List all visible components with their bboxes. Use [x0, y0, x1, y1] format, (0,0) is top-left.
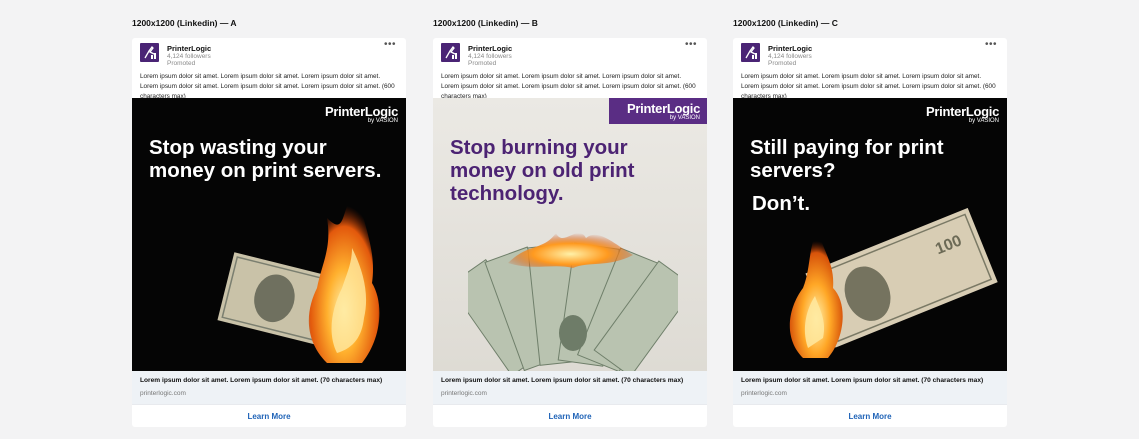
- ad-headline: Still paying for print servers?: [750, 136, 944, 182]
- promoted-label: Promoted: [468, 60, 497, 67]
- ad-headline: Stop burning your money on old print tec…: [450, 136, 635, 205]
- cta-bar: Learn More: [132, 404, 406, 427]
- brand-logo: PrinterLogic by VASION: [325, 105, 398, 125]
- promoted-label: Promoted: [768, 60, 797, 67]
- ad-image[interactable]: PrinterLogic by VASION Stop wasting your…: [132, 98, 406, 371]
- ad-image[interactable]: PrinterLogic by VASION Still paying for …: [733, 98, 1007, 371]
- cta-bar: Learn More: [433, 404, 707, 427]
- brand-sub: by VASION: [968, 118, 999, 124]
- cta-bar: Learn More: [733, 404, 1007, 427]
- post-header: PrinterLogic 4,124 followers Promoted ••…: [733, 38, 1007, 68]
- variant-title: 1200x1200 (Linkedin) — C: [733, 18, 838, 28]
- linkedin-post-card: PrinterLogic 4,124 followers Promoted ••…: [433, 38, 707, 427]
- learn-more-button[interactable]: Learn More: [548, 412, 591, 421]
- footer-headline: Lorem ipsum dolor sit amet. Lorem ipsum …: [741, 377, 984, 384]
- brand-name: PrinterLogic: [627, 101, 700, 116]
- post-text: Lorem ipsum dolor sit amet. Lorem ipsum …: [741, 73, 996, 100]
- brand-logo: PrinterLogic by VASION: [926, 105, 999, 125]
- variant-title: 1200x1200 (Linkedin) — A: [132, 18, 237, 28]
- burning-bill-illustration: 100: [789, 208, 998, 358]
- footer-headline: Lorem ipsum dolor sit amet. Lorem ipsum …: [140, 377, 383, 384]
- footer-url[interactable]: printerlogic.com: [140, 390, 186, 397]
- footer-headline: Lorem ipsum dolor sit amet. Lorem ipsum …: [441, 377, 684, 384]
- post-header: PrinterLogic 4,124 followers Promoted ••…: [433, 38, 707, 68]
- post-footer[interactable]: Lorem ipsum dolor sit amet. Lorem ipsum …: [433, 371, 707, 404]
- printerlogic-logo-icon[interactable]: [441, 43, 460, 62]
- post-footer[interactable]: Lorem ipsum dolor sit amet. Lorem ipsum …: [733, 371, 1007, 404]
- burning-cash-fan-illustration: [468, 233, 678, 371]
- printerlogic-logo-icon[interactable]: [741, 43, 760, 62]
- burning-bill-illustration: 100: [217, 188, 380, 363]
- variant-title: 1200x1200 (Linkedin) — B: [433, 18, 538, 28]
- ad-image[interactable]: PrinterLogic by VASION Stop burning your…: [433, 98, 707, 371]
- promoted-label: Promoted: [167, 60, 196, 67]
- learn-more-button[interactable]: Learn More: [247, 412, 290, 421]
- more-options-icon[interactable]: •••: [985, 40, 997, 50]
- post-footer[interactable]: Lorem ipsum dolor sit amet. Lorem ipsum …: [132, 371, 406, 404]
- linkedin-post-card: PrinterLogic 4,124 followers Promoted ••…: [132, 38, 406, 427]
- post-text: Lorem ipsum dolor sit amet. Lorem ipsum …: [441, 73, 696, 100]
- footer-url[interactable]: printerlogic.com: [441, 390, 487, 397]
- more-options-icon[interactable]: •••: [384, 40, 396, 50]
- follower-count: 4,124 followers: [768, 53, 812, 60]
- printerlogic-logo-icon[interactable]: [140, 43, 159, 62]
- follower-count: 4,124 followers: [468, 53, 512, 60]
- company-name[interactable]: PrinterLogic: [768, 44, 812, 53]
- follower-count: 4,124 followers: [167, 53, 211, 60]
- brand-logo-box: PrinterLogic by VASION: [609, 98, 707, 124]
- post-text: Lorem ipsum dolor sit amet. Lorem ipsum …: [140, 73, 395, 100]
- brand-name: PrinterLogic: [926, 104, 999, 119]
- more-options-icon[interactable]: •••: [685, 40, 697, 50]
- footer-url[interactable]: printerlogic.com: [741, 390, 787, 397]
- linkedin-post-card: PrinterLogic 4,124 followers Promoted ••…: [733, 38, 1007, 427]
- post-header: PrinterLogic 4,124 followers Promoted ••…: [132, 38, 406, 68]
- brand-logo: PrinterLogic by VASION: [627, 102, 700, 122]
- company-name[interactable]: PrinterLogic: [167, 44, 211, 53]
- brand-sub: by VASION: [367, 118, 398, 124]
- brand-sub: by VASION: [669, 115, 700, 121]
- learn-more-button[interactable]: Learn More: [848, 412, 891, 421]
- company-name[interactable]: PrinterLogic: [468, 44, 512, 53]
- brand-name: PrinterLogic: [325, 104, 398, 119]
